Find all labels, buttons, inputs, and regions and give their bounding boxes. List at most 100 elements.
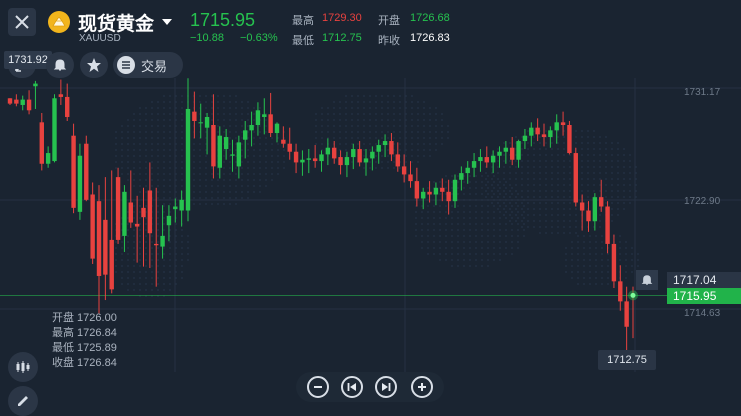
map-dot (587, 190, 589, 192)
candle-body (503, 147, 509, 152)
map-dot (205, 155, 207, 157)
candle-body (249, 125, 254, 131)
zoom-in-button[interactable] (411, 376, 433, 398)
map-dot (399, 95, 401, 97)
map-dot (157, 289, 159, 291)
map-dot (351, 101, 353, 103)
map-dot (511, 217, 513, 219)
map-dot (151, 185, 153, 187)
map-dot (423, 149, 425, 151)
candle-body (440, 187, 445, 192)
map-dot (375, 137, 377, 139)
favorite-button[interactable] (80, 52, 108, 78)
map-dot (511, 211, 513, 213)
map-dot (503, 184, 505, 186)
chevron-down-icon[interactable] (162, 19, 172, 25)
map-dot (505, 247, 507, 249)
map-dot (357, 95, 359, 97)
map-dot (527, 184, 529, 186)
map-dot (475, 229, 477, 231)
close-button[interactable] (8, 8, 36, 36)
map-dot (517, 241, 519, 243)
map-dot (193, 173, 195, 175)
map-dot (577, 277, 579, 279)
instrument-title[interactable]: 现货黄金 (78, 9, 154, 36)
map-dot (481, 217, 483, 219)
map-dot (557, 190, 559, 192)
map-dot (433, 211, 435, 213)
map-dot (271, 155, 273, 157)
alert-button[interactable] (46, 52, 74, 78)
map-dot (133, 223, 135, 225)
map-dot (199, 167, 201, 169)
map-dot (133, 265, 135, 267)
map-dot (599, 208, 601, 210)
zoom-out-button[interactable] (307, 376, 329, 398)
trade-button[interactable]: 交易 (113, 52, 183, 78)
map-dot (271, 179, 273, 181)
map-dot (271, 167, 273, 169)
map-dot (565, 253, 567, 255)
map-dot (229, 101, 231, 103)
map-dot (629, 190, 631, 192)
map-dot (539, 142, 541, 144)
map-dot (569, 166, 571, 168)
map-dot (545, 196, 547, 198)
map-dot (533, 160, 535, 162)
map-dot (563, 232, 565, 234)
map-dot (181, 113, 183, 115)
map-dot (339, 107, 341, 109)
map-dot (421, 211, 423, 213)
map-dot (351, 113, 353, 115)
map-dot (277, 143, 279, 145)
map-dot (265, 173, 267, 175)
map-dot (487, 223, 489, 225)
map-dot (605, 172, 607, 174)
map-dot (235, 125, 237, 127)
map-dot (229, 197, 231, 199)
step-back-button[interactable] (341, 376, 363, 398)
map-dot (509, 190, 511, 192)
map-dot (539, 160, 541, 162)
candle-body (586, 210, 591, 222)
map-dot (527, 136, 529, 138)
map-dot (357, 143, 359, 145)
map-dot (157, 283, 159, 285)
map-dot (411, 113, 413, 115)
map-dot (563, 160, 565, 162)
map-dot (375, 143, 377, 145)
map-dot (457, 265, 459, 267)
map-dot (115, 241, 117, 243)
map-dot (205, 107, 207, 109)
map-dot (481, 211, 483, 213)
map-dot (205, 185, 207, 187)
candle-body (522, 135, 528, 142)
map-dot (121, 241, 123, 243)
candle-body (579, 202, 585, 211)
open-value: 1726.68 (410, 12, 450, 24)
map-dot (127, 277, 129, 279)
map-dot (333, 119, 335, 121)
map-dot (433, 223, 435, 225)
map-dot (223, 161, 225, 163)
map-dot (169, 137, 171, 139)
map-dot (411, 131, 413, 133)
map-dot (211, 203, 213, 205)
map-dot (415, 211, 417, 213)
map-dot (145, 173, 147, 175)
map-dot (527, 166, 529, 168)
indicator-button[interactable] (8, 352, 38, 382)
candle-body (452, 179, 458, 202)
map-dot (223, 107, 225, 109)
map-dot (457, 259, 459, 261)
map-dot (595, 271, 597, 273)
map-dot (181, 119, 183, 121)
bell-icon (53, 59, 67, 71)
price-alert-button[interactable] (636, 270, 658, 290)
step-forward-button[interactable] (375, 376, 397, 398)
draw-button[interactable] (8, 386, 38, 416)
map-dot (345, 113, 347, 115)
map-dot (517, 217, 519, 219)
map-dot (511, 235, 513, 237)
map-dot (445, 247, 447, 249)
